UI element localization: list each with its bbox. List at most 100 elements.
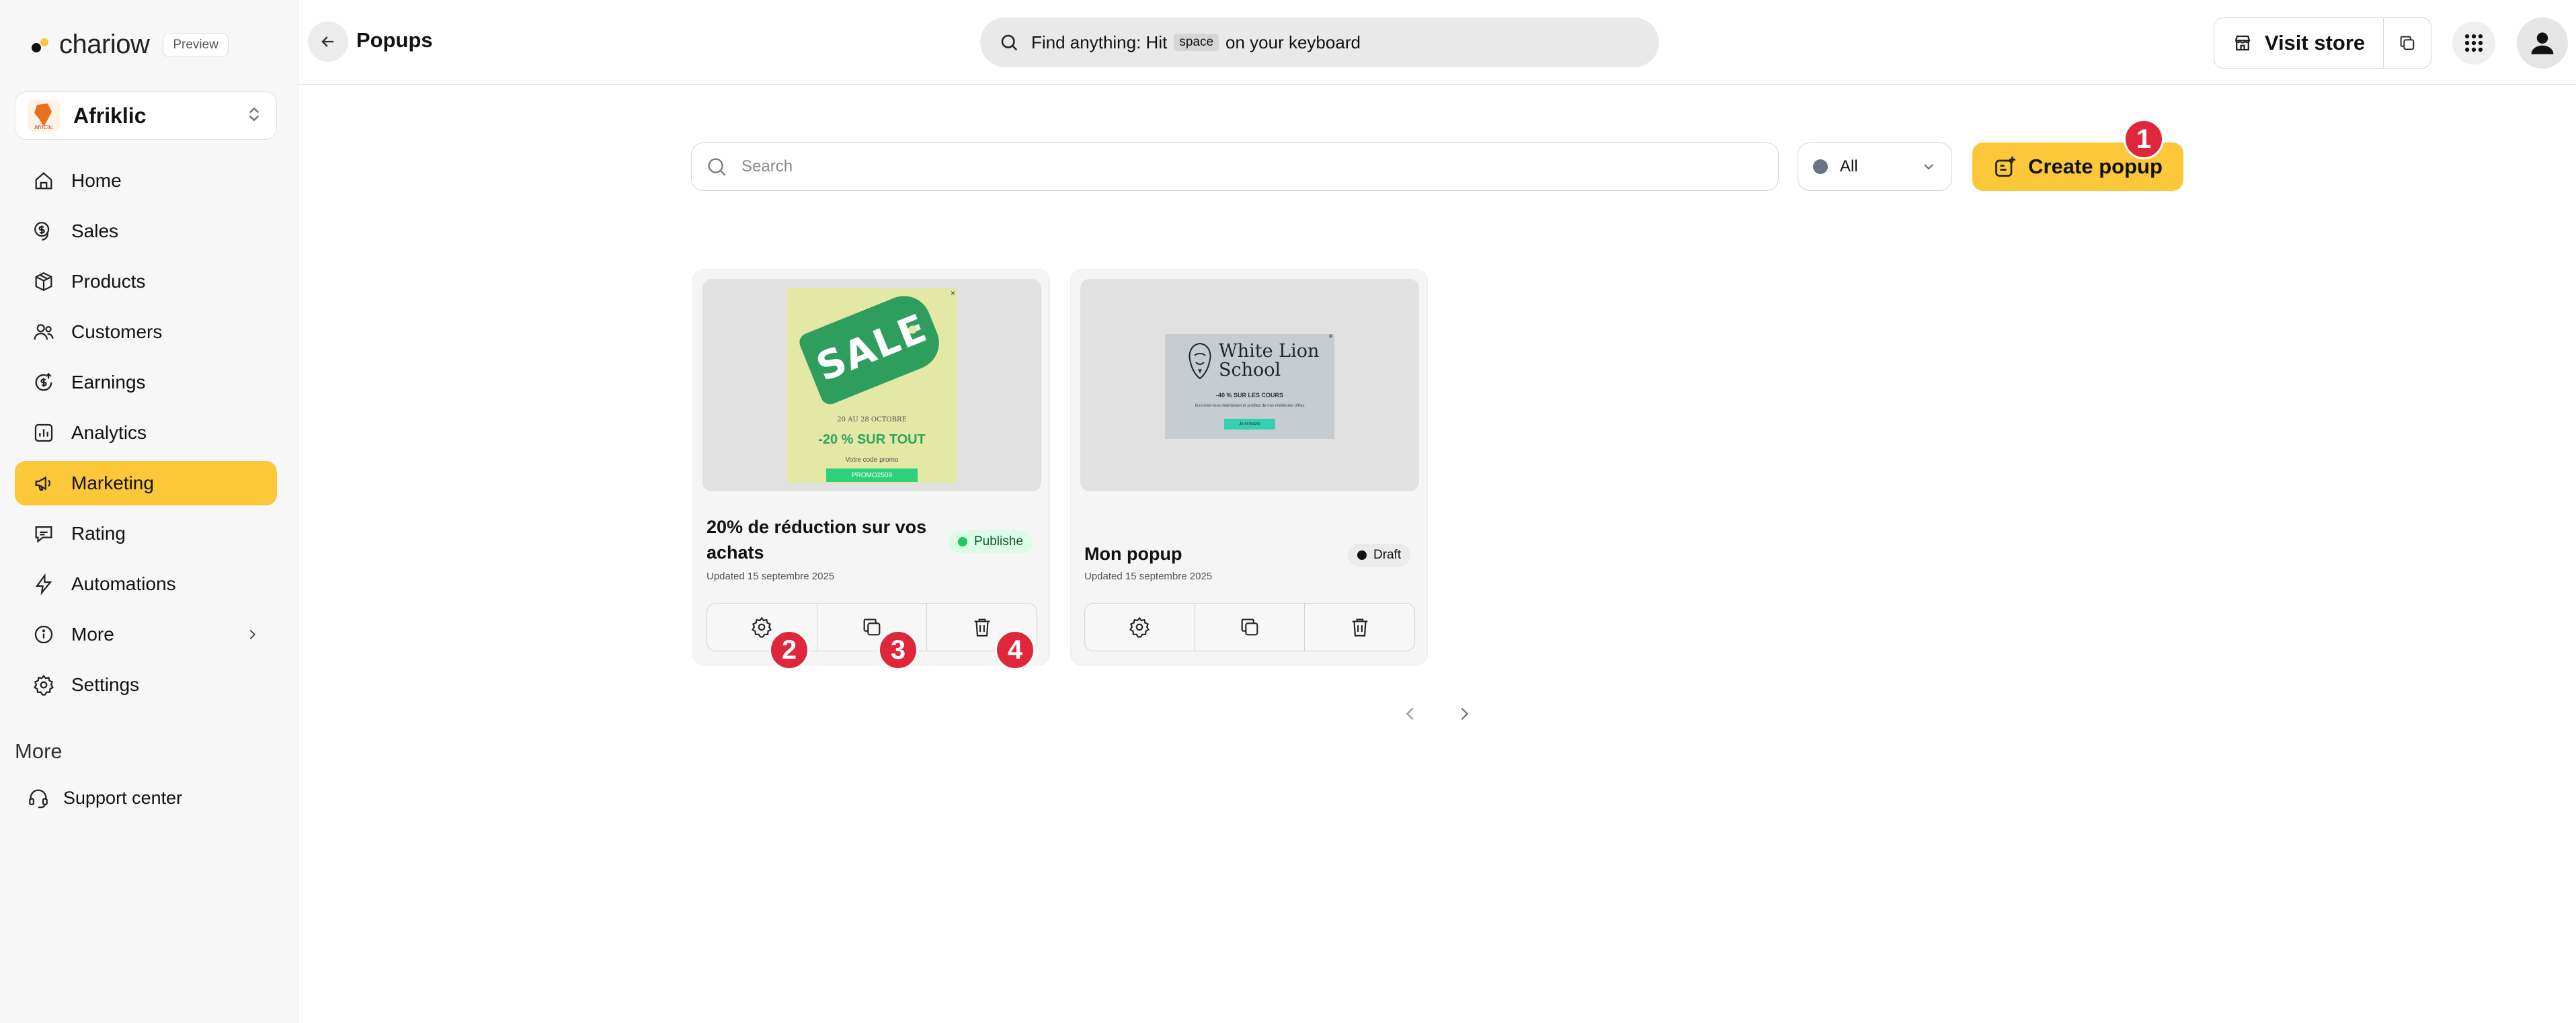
store-icon bbox=[2235, 35, 2251, 51]
sale-popup-preview: SALE × 20 AU 28 OCTOBRE -20 % SUR TOUT V… bbox=[787, 288, 957, 483]
popup-updated-date: Updated 15 septembre 2025 bbox=[1084, 571, 1213, 582]
popup-actions bbox=[707, 603, 1037, 651]
lightning-icon bbox=[35, 573, 52, 596]
lion-discount-text: -40 % SUR LES COURS bbox=[1215, 392, 1284, 399]
chat-star-icon bbox=[35, 526, 52, 543]
page-title: Popups bbox=[356, 28, 433, 52]
sidebar-item-marketing[interactable]: Marketing bbox=[15, 461, 277, 505]
global-search-bar[interactable]: Find anything: Hit space on your keyboar… bbox=[980, 17, 1659, 67]
status-label: Publishe bbox=[974, 534, 1023, 548]
close-icon: × bbox=[1328, 331, 1333, 341]
sale-date-text: 20 AU 28 OCTOBRE bbox=[837, 416, 907, 423]
sidebar-item-label: Rating bbox=[71, 523, 126, 544]
delete-button[interactable] bbox=[1305, 604, 1414, 651]
headset-icon bbox=[29, 789, 48, 809]
status-badge: Publishe bbox=[949, 530, 1033, 553]
chevron-up-down-icon bbox=[244, 104, 264, 128]
step-marker-2: 2 bbox=[769, 630, 809, 670]
user-avatar-button[interactable] bbox=[2517, 17, 2568, 69]
megaphone-icon bbox=[35, 476, 51, 491]
trash-icon bbox=[1352, 618, 1368, 637]
close-icon: × bbox=[950, 288, 955, 298]
lion-popup-preview: White Lion School × -40 % SUR LES COURS … bbox=[1165, 331, 1334, 439]
status-badge: Draft bbox=[1348, 544, 1411, 567]
sidebar-item-automations[interactable]: Automations bbox=[15, 562, 277, 606]
lion-brand-line2: School bbox=[1219, 360, 1281, 380]
preview-badge: Preview bbox=[163, 32, 229, 57]
store-avatar: AfriClic bbox=[28, 99, 60, 132]
dollar-coin-icon bbox=[34, 222, 50, 241]
copy-store-link-button[interactable] bbox=[2384, 18, 2431, 68]
status-dot-icon bbox=[958, 537, 967, 546]
sidebar-item-sales[interactable]: Sales bbox=[15, 209, 277, 253]
sale-code-box: PROMO2509 bbox=[826, 468, 918, 482]
step-marker-3: 3 bbox=[878, 630, 918, 670]
chevron-left-icon bbox=[1406, 708, 1414, 720]
store-selector[interactable]: AfriClic Afriklic bbox=[15, 91, 277, 140]
visit-store-button[interactable]: Visit store bbox=[2214, 18, 2384, 68]
sidebar-item-label: Earnings bbox=[71, 372, 146, 393]
popup-actions bbox=[1084, 603, 1415, 651]
chevron-right-icon bbox=[1461, 708, 1469, 720]
duplicate-button[interactable] bbox=[1195, 604, 1305, 651]
search-icon bbox=[1001, 34, 1018, 51]
sidebar-item-label: More bbox=[71, 624, 114, 645]
lion-description-text: Inscrivez-vous maintenant et profitez de… bbox=[1195, 404, 1305, 408]
lion-brand-line1: White Lion bbox=[1219, 341, 1320, 362]
popup-preview-thumbnail[interactable]: SALE × 20 AU 28 OCTOBRE -20 % SUR TOUT V… bbox=[702, 279, 1041, 491]
sidebar-item-label: Products bbox=[71, 271, 146, 292]
status-filter-select[interactable]: All bbox=[1798, 142, 1952, 191]
search-icon bbox=[708, 158, 726, 176]
sidebar-item-settings[interactable]: Settings bbox=[15, 663, 277, 707]
status-label: Draft bbox=[1373, 548, 1402, 562]
popup-plus-icon bbox=[1995, 157, 2016, 177]
sidebar-item-more[interactable]: More bbox=[15, 612, 277, 657]
gear-icon bbox=[33, 674, 54, 696]
sale-code-label: Votre code promo bbox=[845, 456, 899, 464]
visit-store-group: Visit store bbox=[2214, 17, 2431, 69]
sidebar-item-rating[interactable]: Rating bbox=[15, 512, 277, 556]
popup-card[interactable]: SALE × 20 AU 28 OCTOBRE -20 % SUR TOUT V… bbox=[692, 269, 1050, 665]
user-icon bbox=[2531, 32, 2554, 54]
search-placeholder: Search bbox=[741, 157, 793, 175]
apps-grid-button[interactable] bbox=[2452, 22, 2495, 65]
sidebar-item-label: Customers bbox=[71, 321, 163, 342]
next-page-button[interactable] bbox=[1451, 700, 1478, 727]
info-icon bbox=[34, 625, 53, 644]
lion-brand-name: White Lion School bbox=[1219, 342, 1319, 380]
sidebar-item-label: Marketing bbox=[71, 473, 154, 493]
lion-logo-icon bbox=[1189, 342, 1211, 380]
copy-icon bbox=[1241, 618, 1258, 636]
popup-search-input[interactable]: Search bbox=[691, 142, 1779, 191]
chevron-down-icon bbox=[1924, 164, 1933, 170]
sidebar-item-products[interactable]: Products bbox=[15, 259, 277, 304]
earnings-icon bbox=[35, 372, 52, 391]
home-icon bbox=[35, 172, 52, 190]
sidebar-item-analytics[interactable]: Analytics bbox=[15, 411, 277, 455]
sidebar-item-label: Automations bbox=[71, 573, 176, 594]
previous-page-button[interactable] bbox=[1397, 700, 1424, 727]
chevron-right-icon bbox=[249, 629, 255, 640]
status-dot-icon bbox=[1357, 550, 1367, 560]
sidebar-item-label: Sales bbox=[71, 220, 119, 241]
global-search-suffix: on your keyboard bbox=[1225, 32, 1361, 52]
global-search-prefix: Find anything: Hit bbox=[1031, 32, 1168, 52]
sidebar: chariow Preview AfriClic Afriklic Home S… bbox=[0, 0, 298, 1023]
settings-button[interactable] bbox=[1085, 604, 1195, 651]
support-center-label: Support center bbox=[63, 787, 183, 808]
popup-card[interactable]: White Lion School × -40 % SUR LES COURS … bbox=[1070, 269, 1428, 665]
sidebar-item-label: Settings bbox=[71, 674, 140, 695]
logo-text: chariow bbox=[59, 30, 150, 59]
trash-icon bbox=[974, 618, 990, 637]
sidebar-item-customers[interactable]: Customers bbox=[15, 310, 277, 354]
space-key-hint: space bbox=[1174, 34, 1219, 51]
filter-value: All bbox=[1840, 157, 1858, 175]
sidebar-item-earnings[interactable]: Earnings bbox=[15, 360, 277, 405]
copy-icon bbox=[2400, 36, 2415, 50]
sidebar-item-home[interactable]: Home bbox=[15, 159, 277, 203]
back-button[interactable] bbox=[308, 22, 348, 62]
logo[interactable]: chariow Preview bbox=[30, 30, 229, 60]
sidebar-item-label: Analytics bbox=[71, 422, 147, 443]
support-center-link[interactable]: Support center bbox=[27, 786, 182, 809]
popup-preview-thumbnail[interactable]: White Lion School × -40 % SUR LES COURS … bbox=[1080, 279, 1419, 491]
